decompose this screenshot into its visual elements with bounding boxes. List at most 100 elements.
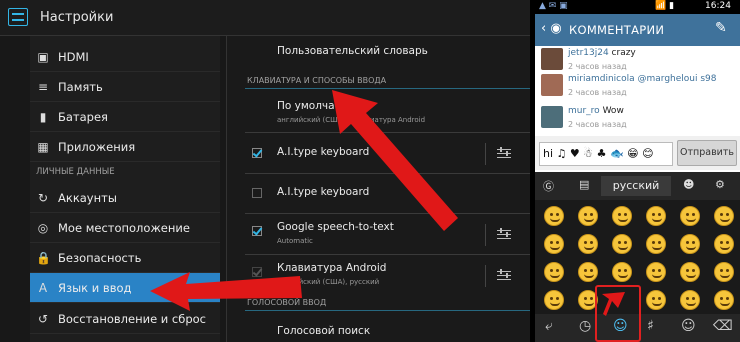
- lock-icon: 🔒: [36, 251, 51, 265]
- emoji-key[interactable]: [612, 234, 632, 254]
- sidebar-item-security[interactable]: 🔒 Безопасность: [30, 243, 220, 273]
- back-icon[interactable]: ‹ ◉: [541, 21, 562, 36]
- settings-tune-icon[interactable]: [497, 268, 511, 282]
- emoji-key[interactable]: [680, 290, 700, 310]
- recent-icon[interactable]: ◷: [579, 318, 591, 334]
- avatar[interactable]: [541, 48, 563, 70]
- divider: [485, 265, 486, 287]
- settings-icon[interactable]: [8, 8, 28, 26]
- emoji-key[interactable]: [544, 206, 564, 226]
- backup-icon: ↺: [37, 312, 49, 326]
- sidebar-item-label: Батарея: [58, 110, 108, 124]
- emoji-key[interactable]: [646, 234, 666, 254]
- comment-text[interactable]: @margheloui s98: [638, 74, 717, 84]
- ime-checkbox[interactable]: [252, 148, 262, 158]
- emoji-key[interactable]: [714, 206, 734, 226]
- user-dictionary-row[interactable]: Пользовательский словарь: [227, 44, 530, 68]
- sidebar-item-label: Восстановление и сброс: [58, 312, 207, 326]
- smiley-icon[interactable]: ☺: [681, 318, 696, 334]
- ime-title: Google speech-to-text: [277, 221, 394, 233]
- emoji-key[interactable]: [612, 262, 632, 282]
- ime-row-google-speech[interactable]: Google speech-to-text Automatic: [227, 216, 530, 254]
- emoji-key[interactable]: [714, 262, 734, 282]
- emoji-key[interactable]: [680, 234, 700, 254]
- emoji-key[interactable]: [646, 262, 666, 282]
- comment-input-row: hi ♫ ♥ ☃ ♣ 🐟 😁 😊 Отправить: [535, 136, 740, 170]
- ime-row-aitype-1[interactable]: A.I.type keyboard: [227, 137, 530, 171]
- divider: [245, 132, 530, 133]
- comment-user[interactable]: mur_ro: [568, 106, 600, 116]
- sidebar-item-backup[interactable]: ↺ Восстановление и сброс: [30, 304, 220, 334]
- highlight-box: [595, 285, 641, 342]
- comments-header: ‹ ◉ КОММЕНТАРИИ ✎: [535, 14, 740, 46]
- instagram-phone-screen: ▲ ✉ ▣ 📶 ▮ 16:24 ‹ ◉ КОММЕНТАРИИ ✎ jetr13…: [535, 0, 740, 342]
- settings-tune-icon[interactable]: [497, 146, 511, 160]
- comment-input[interactable]: hi ♫ ♥ ☃ ♣ 🐟 😁 😊: [539, 142, 673, 166]
- language-icon: A: [38, 281, 48, 295]
- ime-row-android-keyboard[interactable]: Клавиатура Android английский (США), рус…: [227, 257, 530, 295]
- clipboard-icon[interactable]: ▤: [579, 178, 589, 191]
- personal-section-header: ЛИЧНЫЕ ДАННЫЕ: [36, 167, 115, 177]
- keyboard-section-header: КЛАВИАТУРА И СПОСОБЫ ВВОДА: [247, 76, 387, 85]
- voice-search-row[interactable]: Голосовой поиск: [227, 322, 530, 342]
- comment-user[interactable]: jetr13j24: [568, 48, 609, 58]
- emoji-key[interactable]: [544, 262, 564, 282]
- symbols-icon[interactable]: ♯: [647, 318, 654, 334]
- keyboard-language[interactable]: русский: [601, 176, 671, 196]
- storage-icon: ≡: [37, 80, 49, 94]
- sidebar-item-hdmi[interactable]: ▣ HDMI: [30, 42, 220, 72]
- emoji-key[interactable]: [578, 234, 598, 254]
- pencil-icon[interactable]: ✎: [715, 20, 727, 36]
- divider: [485, 224, 486, 246]
- comment-user[interactable]: miriamdinicola: [568, 74, 635, 84]
- sidebar-item-location[interactable]: ◎ Мое местоположение: [30, 213, 220, 243]
- emoji-key[interactable]: [714, 290, 734, 310]
- settings-tune-icon[interactable]: [497, 227, 511, 241]
- divider: [245, 88, 530, 89]
- emoji-key[interactable]: [680, 206, 700, 226]
- sidebar-item-accounts[interactable]: ↻ Аккаунты: [30, 183, 220, 213]
- ime-checkbox[interactable]: [252, 188, 262, 198]
- comments-title: КОММЕНТАРИИ: [569, 23, 665, 37]
- default-subtitle: английский (США) - Клавиатура Android: [277, 116, 426, 124]
- apps-icon: ▦: [37, 140, 49, 154]
- settings-header: Настройки: [0, 0, 530, 36]
- comment-text: Wow: [602, 106, 624, 116]
- backspace-icon[interactable]: ⌫: [713, 318, 733, 334]
- sidebar-item-storage[interactable]: ≡ Память: [30, 72, 220, 102]
- signal-icon: 📶 ▮: [655, 1, 675, 11]
- language-input-panel: Пользовательский словарь КЛАВИАТУРА И СП…: [226, 36, 530, 342]
- emoji-toggle-icon[interactable]: ☻: [683, 178, 694, 191]
- send-button[interactable]: Отправить: [677, 140, 737, 166]
- ime-title: Клавиатура Android: [277, 262, 387, 274]
- sidebar-item-language[interactable]: A Язык и ввод: [30, 273, 220, 303]
- emoji-key[interactable]: [646, 206, 666, 226]
- avatar[interactable]: [541, 106, 563, 128]
- sidebar-item-battery[interactable]: ▮ Батарея: [30, 102, 220, 132]
- return-icon[interactable]: ⤶: [545, 318, 553, 334]
- sidebar-item-label: Аккаунты: [58, 191, 117, 205]
- avatar[interactable]: [541, 74, 563, 96]
- keyboard-toolbar: Ⓖ ▤ русский ☻ ⚙: [535, 172, 740, 200]
- divider: [245, 213, 530, 214]
- keyboard-settings-icon[interactable]: ⚙: [715, 178, 725, 191]
- default-input-row[interactable]: По умолчанию английский (США) - Клавиату…: [227, 96, 530, 130]
- settings-window: Настройки ▣ HDMI ≡ Память ▮ Батарея ▦ Пр…: [0, 0, 530, 342]
- google-icon[interactable]: Ⓖ: [543, 178, 554, 194]
- ime-checkbox[interactable]: [252, 267, 262, 277]
- emoji-key[interactable]: [646, 290, 666, 310]
- ime-checkbox[interactable]: [252, 226, 262, 236]
- emoji-key[interactable]: [544, 290, 564, 310]
- status-bar: ▲ ✉ ▣ 📶 ▮ 16:24: [535, 0, 740, 14]
- sidebar-item-apps[interactable]: ▦ Приложения: [30, 132, 220, 162]
- emoji-key[interactable]: [612, 206, 632, 226]
- emoji-key[interactable]: [578, 206, 598, 226]
- comment-item: miriamdinicola @margheloui s98 2 часов н…: [541, 72, 736, 106]
- emoji-key[interactable]: [714, 234, 734, 254]
- emoji-key[interactable]: [544, 234, 564, 254]
- emoji-key[interactable]: [680, 262, 700, 282]
- emoji-keyboard: Ⓖ ▤ русский ☻ ⚙ ⤶ ◷ ☺ ♯ ☺ ⌫: [535, 172, 740, 342]
- hdmi-icon: ▣: [37, 50, 49, 64]
- emoji-key[interactable]: [578, 262, 598, 282]
- ime-row-aitype-2[interactable]: A.I.type keyboard: [227, 177, 530, 211]
